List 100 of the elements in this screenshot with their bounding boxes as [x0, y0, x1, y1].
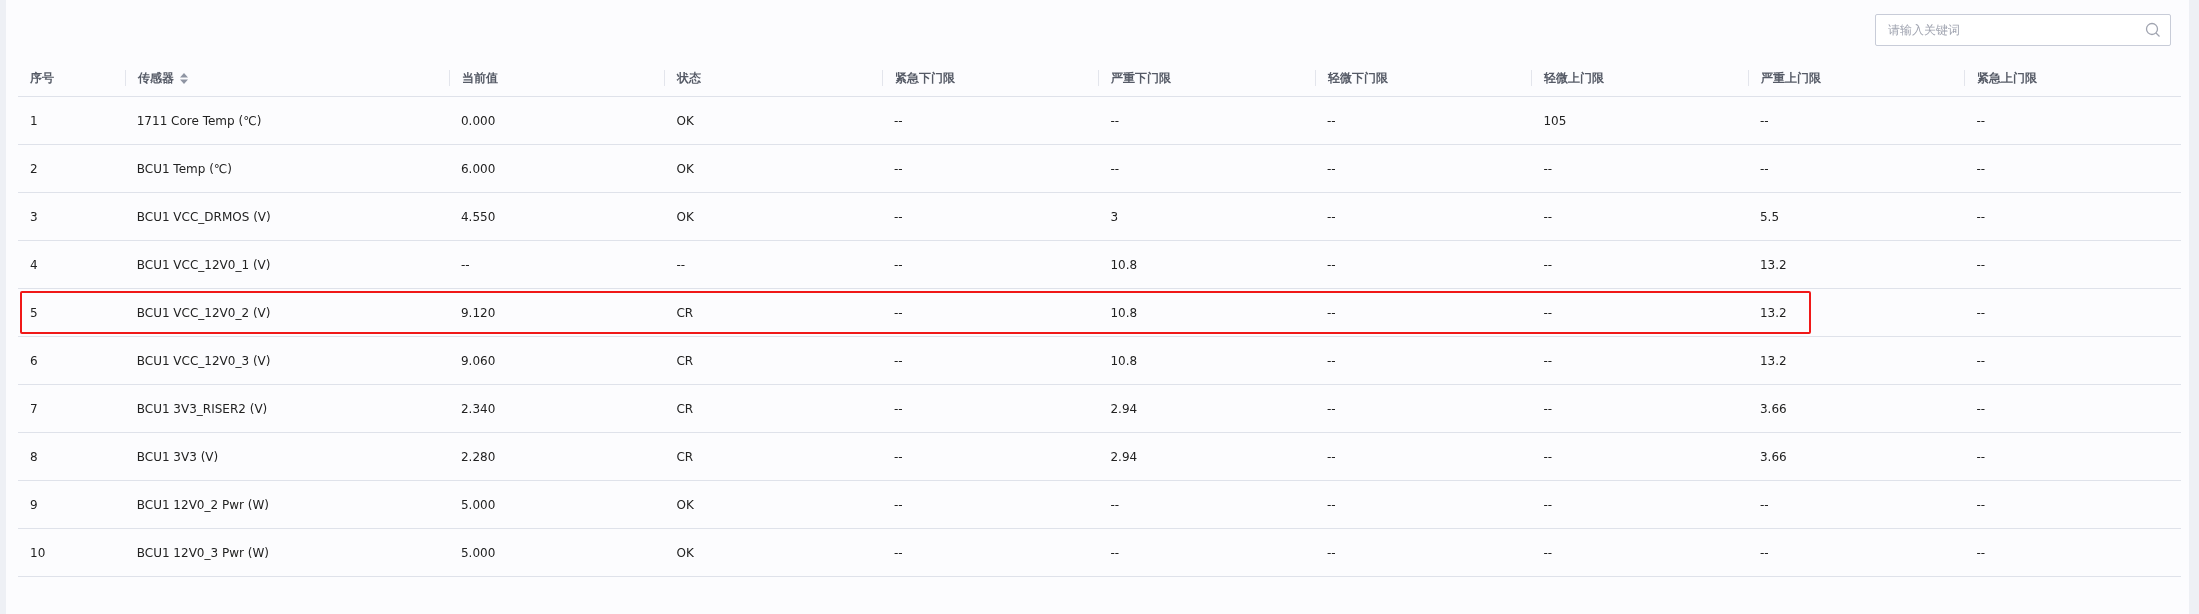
- column-header: 严重上门限: [1760, 69, 1821, 87]
- table-cell: --: [881, 288, 1099, 337]
- table-cell: --: [1964, 240, 2181, 289]
- table-cell: BCU1 3V3 (V): [124, 432, 449, 481]
- table-cell: 3: [1098, 192, 1315, 241]
- table-cell: --: [1964, 336, 2181, 385]
- table-cell: --: [881, 240, 1099, 289]
- table-cell: BCU1 12V0_3 Pwr (W): [124, 528, 449, 577]
- table-cell: --: [1314, 336, 1532, 385]
- table-cell: OK: [664, 480, 882, 529]
- table-cell: CR: [664, 288, 882, 337]
- table-cell: --: [1964, 144, 2181, 193]
- table-cell: --: [881, 528, 1099, 577]
- table-cell: 2.340: [448, 384, 665, 433]
- table-cell: 9.120: [448, 288, 665, 337]
- table-cell: 5.5: [1747, 192, 1965, 241]
- table-cell: 13.2: [1747, 336, 1965, 385]
- column-header: 严重下门限: [1111, 69, 1172, 87]
- table-cell: BCU1 VCC_12V0_1 (V): [124, 240, 449, 289]
- table-cell: 13.2: [1747, 240, 1965, 289]
- table-cell: 7: [18, 384, 125, 433]
- table-cell: --: [1314, 432, 1532, 481]
- table-cell: 3: [18, 192, 125, 241]
- table-cell: 6.000: [448, 144, 665, 193]
- table-cell: 3.66: [1747, 384, 1965, 433]
- table-cell: 2.94: [1098, 384, 1315, 433]
- table-cell: CR: [664, 432, 882, 481]
- table-cell: 105: [1531, 96, 1748, 145]
- table-cell: 10.8: [1098, 288, 1315, 337]
- table-cell: 10: [18, 528, 125, 577]
- table-cell: 4.550: [448, 192, 665, 241]
- table-cell: BCU1 Temp (℃): [124, 144, 449, 193]
- table-cell: --: [881, 144, 1099, 193]
- table-cell: --: [1314, 384, 1532, 433]
- column-header: 序号: [30, 69, 54, 87]
- table-cell: --: [1964, 480, 2181, 529]
- table-cell: --: [1964, 288, 2181, 337]
- table-cell: 5.000: [448, 480, 665, 529]
- table-cell: --: [1314, 240, 1532, 289]
- table-cell: --: [881, 192, 1099, 241]
- table-cell: BCU1 3V3_RISER2 (V): [124, 384, 449, 433]
- table-cell: CR: [664, 336, 882, 385]
- table-cell: --: [1314, 480, 1532, 529]
- table-cell: --: [1964, 528, 2181, 577]
- table-cell: CR: [664, 384, 882, 433]
- table-cell: 2: [18, 144, 125, 193]
- column-header: 轻微下门限: [1327, 69, 1388, 87]
- table-cell: BCU1 12V0_2 Pwr (W): [124, 480, 449, 529]
- table-cell: --: [1531, 240, 1748, 289]
- table-cell: --: [448, 240, 665, 289]
- search-icon: [2145, 22, 2161, 38]
- table-cell: --: [1747, 480, 1965, 529]
- table-cell: 8: [18, 432, 125, 481]
- sort-icon[interactable]: [179, 72, 188, 84]
- column-header: 紧急上门限: [1977, 69, 2038, 87]
- search-field[interactable]: 请输入关键词: [1875, 14, 2171, 46]
- table-cell: --: [1531, 288, 1748, 337]
- table-cell: OK: [664, 528, 882, 577]
- table-cell: --: [1314, 528, 1532, 577]
- table-cell: --: [1531, 384, 1748, 433]
- table-cell: --: [1747, 96, 1965, 145]
- table-cell: 2.94: [1098, 432, 1315, 481]
- table-cell: --: [1531, 480, 1748, 529]
- table-cell: --: [1531, 192, 1748, 241]
- table-cell: --: [881, 384, 1099, 433]
- table-cell: --: [1964, 192, 2181, 241]
- column-header: 紧急下门限: [894, 69, 955, 87]
- table-cell: --: [881, 480, 1099, 529]
- table-cell: --: [881, 432, 1099, 481]
- table-cell: 5: [18, 288, 125, 337]
- table-cell: 9.060: [448, 336, 665, 385]
- table-cell: 5.000: [448, 528, 665, 577]
- table-cell: --: [881, 336, 1099, 385]
- table-cell: 1: [18, 96, 125, 145]
- table-cell: --: [1531, 528, 1748, 577]
- table-cell: OK: [664, 96, 882, 145]
- table-cell: 0.000: [448, 96, 665, 145]
- table-cell: BCU1 VCC_12V0_2 (V): [124, 288, 449, 337]
- table-cell: 10.8: [1098, 240, 1315, 289]
- table-cell: BCU1 VCC_12V0_3 (V): [124, 336, 449, 385]
- table-cell: BCU1 VCC_DRMOS (V): [124, 192, 449, 241]
- table-cell: --: [1314, 192, 1532, 241]
- table-cell: --: [1531, 144, 1748, 193]
- table-cell: --: [1531, 336, 1748, 385]
- table-cell: 3.66: [1747, 432, 1965, 481]
- table-cell: --: [1747, 144, 1965, 193]
- table-cell: --: [1098, 96, 1315, 145]
- table-cell: OK: [664, 144, 882, 193]
- table-cell: --: [1314, 288, 1532, 337]
- table-cell: 13.2: [1747, 288, 1965, 337]
- column-header[interactable]: 传感器: [137, 69, 174, 87]
- table-cell: --: [1314, 96, 1532, 145]
- column-header: 状态: [677, 69, 702, 87]
- table-cell: --: [664, 240, 882, 289]
- column-header: 轻微上门限: [1544, 69, 1605, 87]
- table-cell: --: [1747, 528, 1965, 577]
- table-cell: --: [1964, 96, 2181, 145]
- table-cell: --: [1098, 528, 1315, 577]
- column-header: 当前值: [461, 69, 498, 87]
- table-cell: 4: [18, 240, 125, 289]
